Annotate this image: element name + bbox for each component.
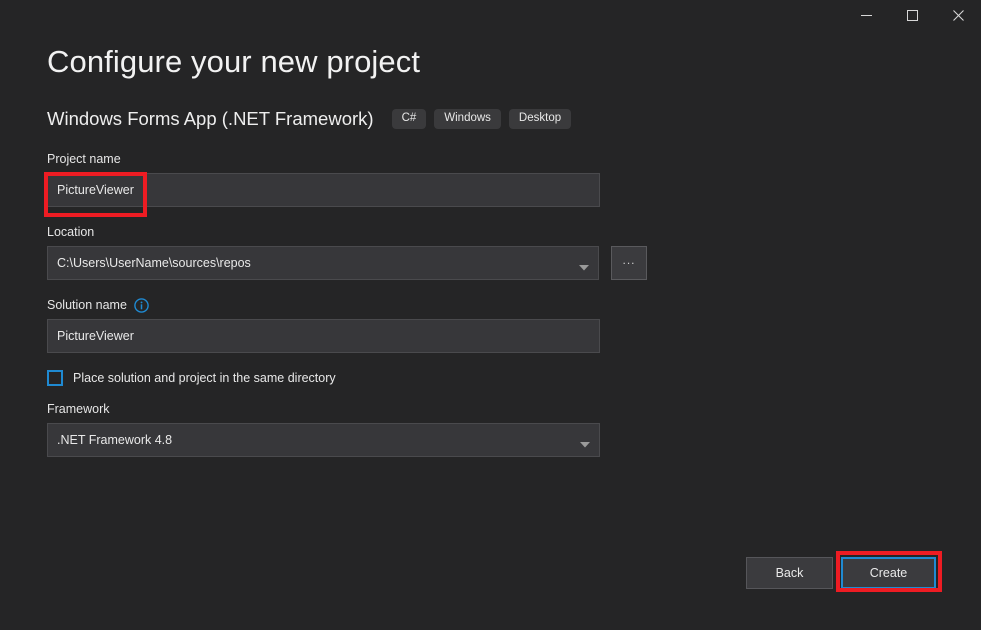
- browse-button-label: ...: [623, 253, 636, 267]
- create-button-label: Create: [870, 566, 908, 580]
- back-button[interactable]: Back: [746, 557, 833, 589]
- solution-name-value: PictureViewer: [57, 329, 134, 343]
- minimize-button[interactable]: [843, 0, 889, 30]
- maximize-button[interactable]: [889, 0, 935, 30]
- configure-project-form: Project name PictureViewer Location C:\U…: [47, 152, 647, 457]
- location-combobox[interactable]: C:\Users\UserName\sources\repos: [47, 246, 599, 280]
- framework-combobox[interactable]: .NET Framework 4.8: [47, 423, 600, 457]
- template-tag-platform: Windows: [434, 109, 501, 130]
- framework-label: Framework: [47, 402, 647, 417]
- chevron-down-icon: [580, 437, 590, 443]
- page-title: Configure your new project: [47, 44, 420, 80]
- title-bar: [0, 0, 981, 32]
- template-tag-list: C# Windows Desktop: [392, 109, 572, 130]
- location-row: C:\Users\UserName\sources\repos ...: [47, 246, 647, 280]
- project-template-row: Windows Forms App (.NET Framework) C# Wi…: [47, 108, 571, 130]
- dialog-footer: Back Create: [0, 553, 981, 593]
- close-icon: [953, 10, 964, 21]
- template-tag-language: C#: [392, 109, 427, 130]
- project-name-value: PictureViewer: [57, 183, 134, 197]
- project-name-textbox[interactable]: PictureViewer: [47, 173, 600, 207]
- info-icon[interactable]: [134, 298, 149, 313]
- same-directory-checkbox[interactable]: [47, 370, 63, 386]
- template-tag-project-type: Desktop: [509, 109, 571, 130]
- project-name-label: Project name: [47, 152, 647, 167]
- solution-name-textbox[interactable]: PictureViewer: [47, 319, 600, 353]
- close-button[interactable]: [935, 0, 981, 30]
- back-button-label: Back: [776, 566, 804, 580]
- chevron-down-icon: [579, 260, 589, 266]
- location-label: Location: [47, 225, 647, 240]
- solution-name-label-text: Solution name: [47, 298, 127, 313]
- minimize-icon: [861, 10, 872, 21]
- same-directory-label: Place solution and project in the same d…: [73, 371, 336, 385]
- same-directory-row[interactable]: Place solution and project in the same d…: [47, 370, 647, 386]
- browse-location-button[interactable]: ...: [611, 246, 647, 280]
- framework-value: .NET Framework 4.8: [57, 433, 172, 447]
- solution-name-label: Solution name: [47, 298, 647, 313]
- project-template-name: Windows Forms App (.NET Framework): [47, 108, 374, 130]
- maximize-icon: [907, 10, 918, 21]
- location-value: C:\Users\UserName\sources\repos: [57, 256, 251, 270]
- create-button[interactable]: Create: [841, 557, 936, 589]
